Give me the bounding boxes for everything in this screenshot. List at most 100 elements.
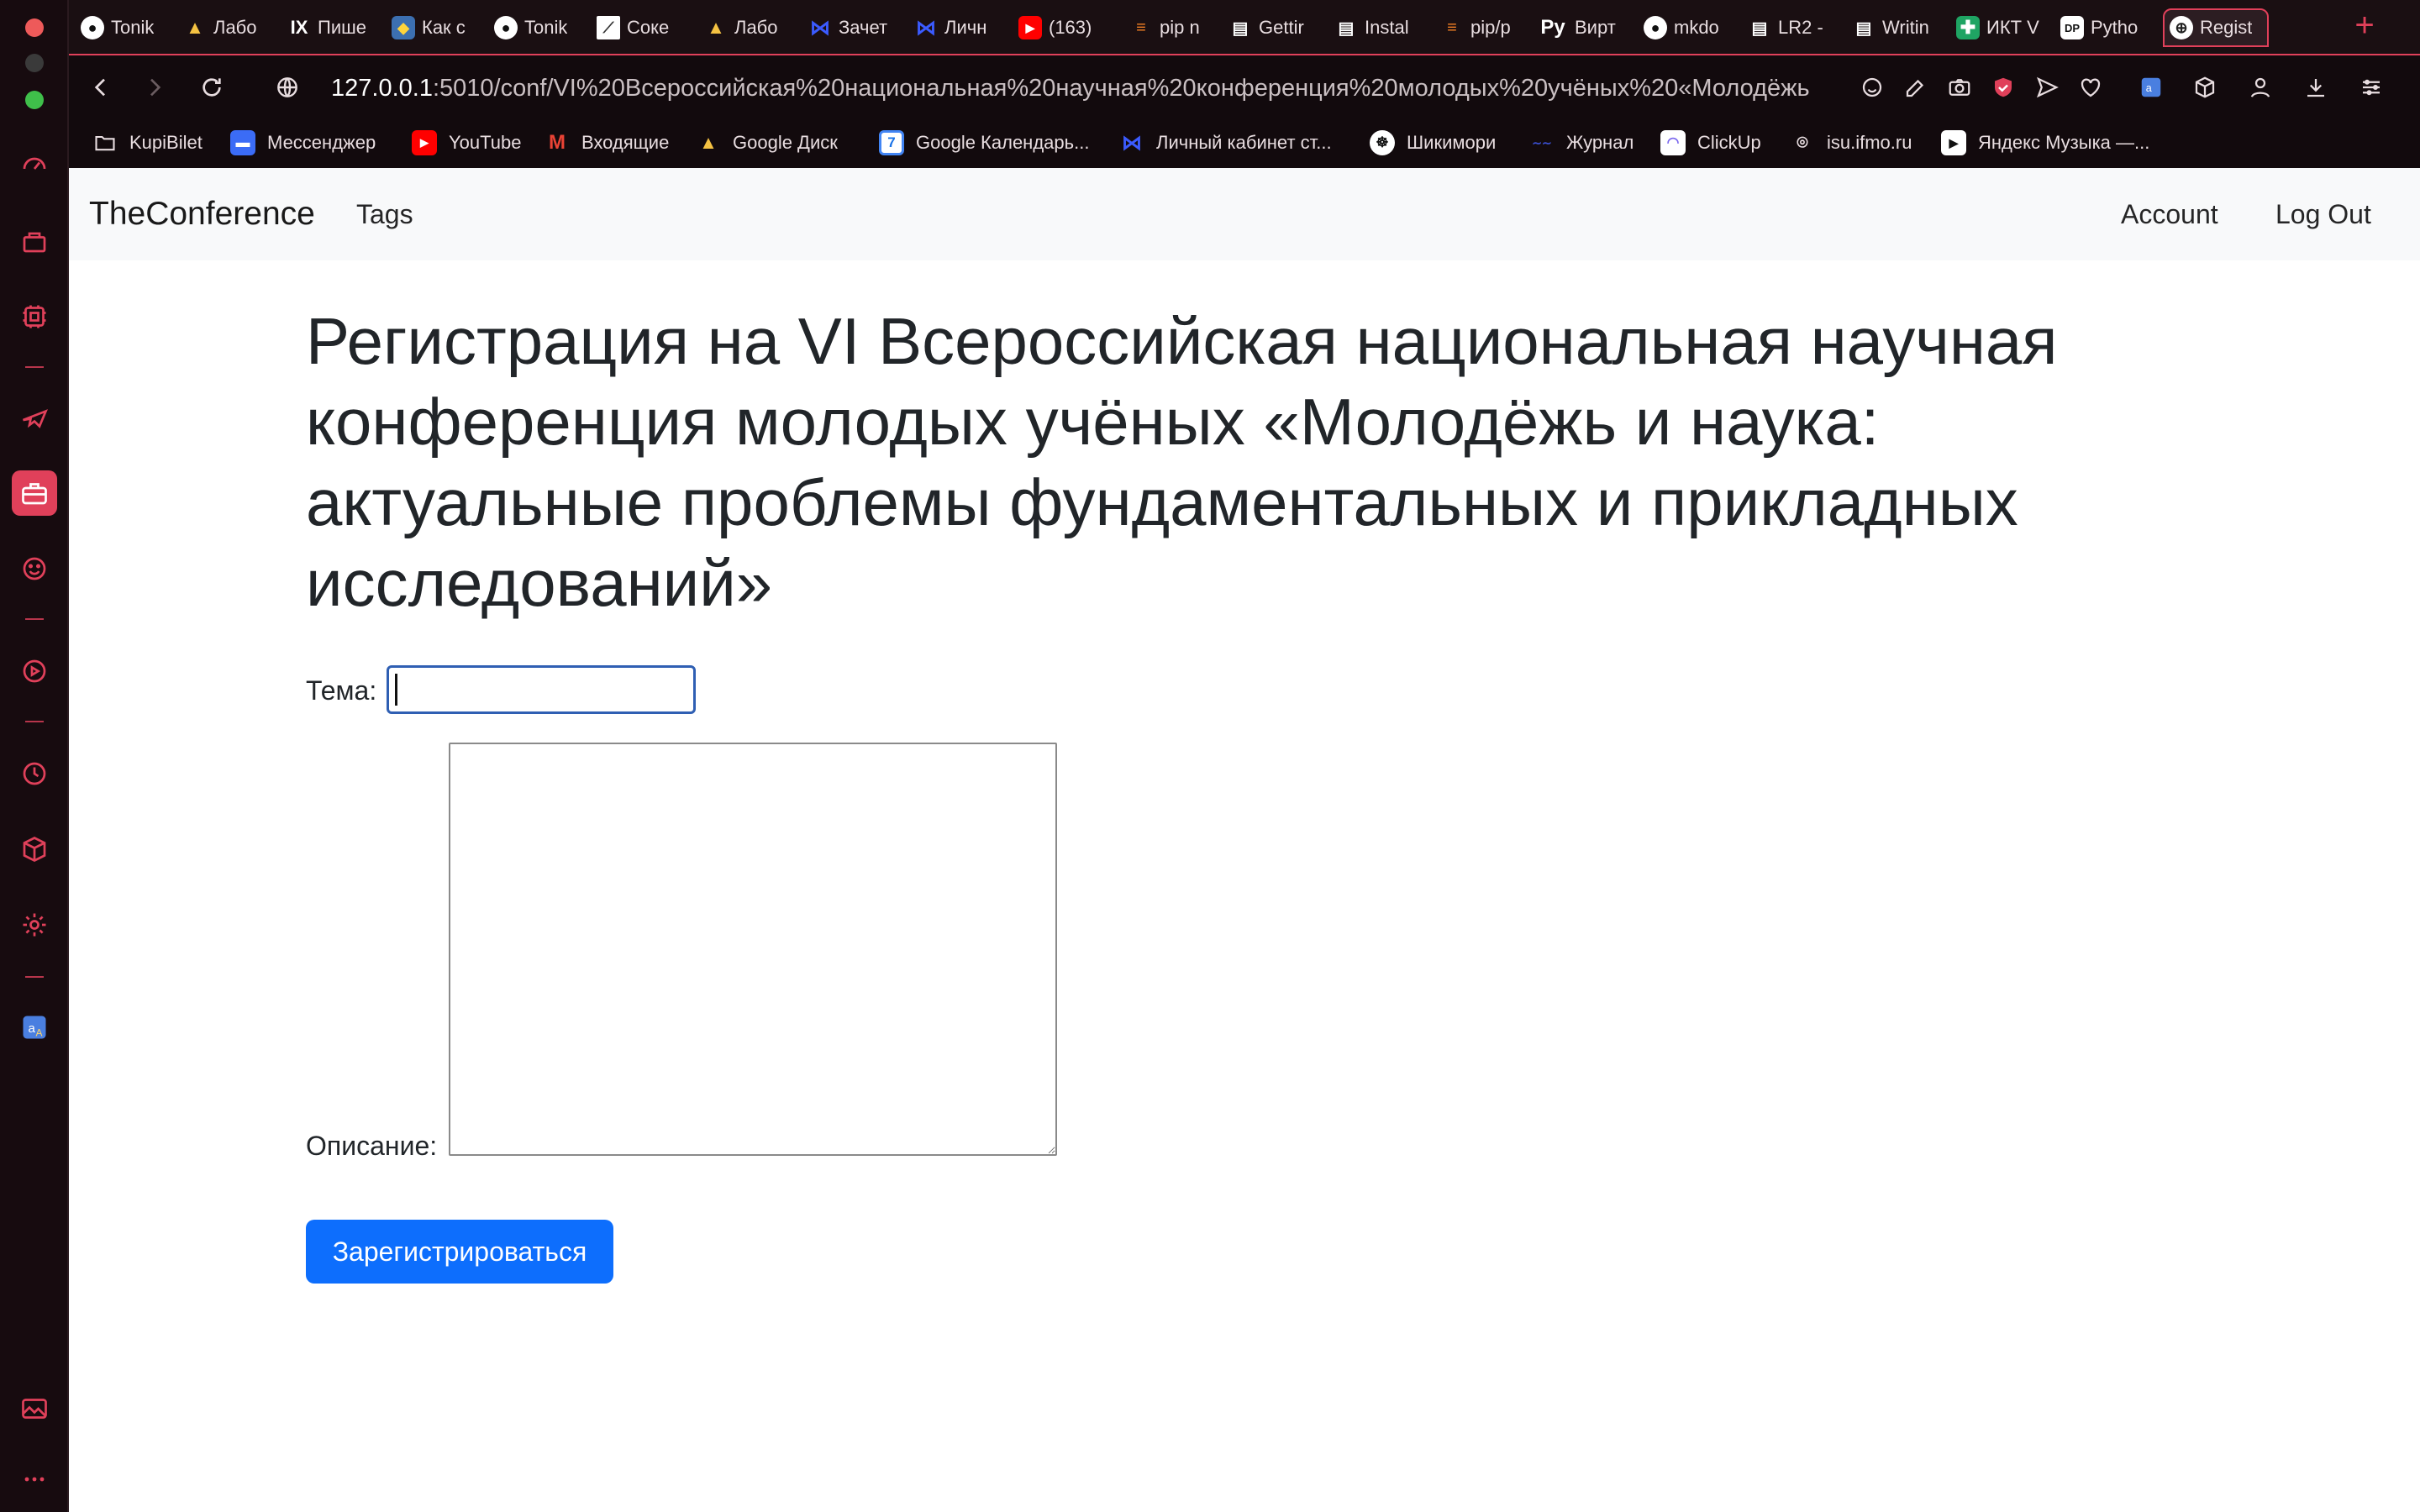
close-window-button[interactable] <box>25 18 44 37</box>
google-drive-icon: ▲ <box>186 17 204 38</box>
new-tab-button[interactable]: + <box>2346 8 2383 45</box>
shopping-icon[interactable] <box>17 223 52 259</box>
tab[interactable]: ▲ Лабо <box>178 8 286 47</box>
sidebar-separator <box>25 618 44 620</box>
brand-link[interactable]: TheConference <box>89 192 315 237</box>
camera-icon[interactable] <box>1944 72 1975 102</box>
tab-title: Лабо <box>734 17 778 38</box>
menu-icon[interactable] <box>2356 72 2386 102</box>
tab[interactable]: Py Вирт <box>1533 8 1640 47</box>
dp-icon: DP <box>2060 16 2084 39</box>
tab-title: Соке <box>627 17 670 38</box>
topic-input[interactable] <box>387 665 696 714</box>
bookmark[interactable]: 7 Google Календарь... <box>879 126 1089 160</box>
tab[interactable]: ▤ Gettir <box>1223 8 1331 47</box>
bookmark[interactable]: M Входящие <box>544 126 669 160</box>
tab[interactable]: ▶ (163) <box>1013 8 1124 47</box>
translate-icon[interactable]: aA <box>17 1010 52 1045</box>
emoji-icon[interactable] <box>1857 72 1887 102</box>
bookmark-label: KupiBilet <box>129 132 203 153</box>
tab[interactable]: ▤ Writin <box>1847 8 1951 47</box>
tab[interactable]: ⟋ Соке <box>592 8 696 47</box>
ix-icon: IX <box>290 17 308 38</box>
tab[interactable]: ≡ pip/p <box>1435 8 1538 47</box>
tab[interactable]: ✚ ИКТ V <box>1951 8 2055 47</box>
tab[interactable]: ▤ Instal <box>1329 8 1434 47</box>
chip-icon[interactable] <box>17 299 52 334</box>
tab-title: LR2 - <box>1778 17 1823 38</box>
tab-title: mkdo <box>1674 17 1719 38</box>
book-icon: ▤ <box>1751 18 1768 38</box>
tab[interactable]: ● Tonik <box>489 8 588 47</box>
speed-dial-icon[interactable] <box>17 146 52 181</box>
isu-icon: ⌾ <box>1797 132 1808 153</box>
site-navbar: TheConference Tags Account Log Out <box>69 168 2420 260</box>
url-field[interactable]: 127.0.0.1:5010/conf/VI%20Всероссийская%2… <box>331 71 1928 106</box>
travel-icon[interactable] <box>17 400 52 435</box>
tab-active[interactable]: ⊕ Regist <box>2163 8 2269 47</box>
tab[interactable]: DP Pytho <box>2055 8 2160 47</box>
edit-icon[interactable] <box>1901 72 1931 102</box>
tab[interactable]: ▤ LR2 - <box>1743 8 1844 47</box>
bookmark-label: Личный кабинет ст... <box>1156 132 1332 153</box>
minimize-window-button[interactable] <box>25 54 44 72</box>
profile-icon[interactable] <box>2245 72 2275 102</box>
tab[interactable]: ▲ Лабо <box>699 8 807 47</box>
shield-icon[interactable] <box>1988 72 2018 102</box>
more-icon[interactable] <box>17 1462 52 1497</box>
tab[interactable]: ⋈ Личн <box>909 8 1013 47</box>
heart-icon[interactable] <box>2075 72 2106 102</box>
tab-title: Личн <box>944 17 987 38</box>
nav-account-link[interactable]: Account <box>2121 193 2218 235</box>
bookmark-label: Яндекс Музыка —... <box>1978 132 2150 153</box>
page-title: Регистрация на VI Всероссийская национал… <box>306 304 2058 620</box>
player-icon[interactable] <box>17 654 52 689</box>
back-button[interactable] <box>84 71 118 104</box>
tab[interactable]: IX Пише <box>282 8 387 47</box>
bookmark[interactable]: ⋈ Личный кабинет ст... <box>1119 126 1332 160</box>
description-textarea[interactable] <box>449 743 1057 1156</box>
site-info-icon[interactable] <box>271 71 304 104</box>
settings-icon[interactable] <box>17 907 52 942</box>
register-button[interactable]: Зарегистрироваться <box>306 1220 613 1284</box>
tab-title: pip/p <box>1470 17 1511 38</box>
box-icon[interactable] <box>2190 72 2220 102</box>
nav-logout-link[interactable]: Log Out <box>2275 193 2371 235</box>
emoji-icon[interactable] <box>17 551 52 586</box>
bookmark[interactable]: ∼∼ Журнал <box>1529 126 1634 160</box>
description-label: Описание: <box>306 1131 438 1161</box>
forward-button[interactable] <box>138 71 171 104</box>
tab[interactable]: ● mkdo <box>1639 8 1741 47</box>
maximize-window-button[interactable] <box>25 91 44 109</box>
bookmark-label: isu.ifmo.ru <box>1827 132 1912 153</box>
bookmark[interactable]: ▬ Мессенджер <box>230 126 376 160</box>
github-icon: ● <box>494 16 518 39</box>
bookmark[interactable]: ☸ Шикимори <box>1370 126 1496 160</box>
tab[interactable]: ⋈ Зачет <box>803 8 908 47</box>
nav-tags-link[interactable]: Tags <box>356 193 413 235</box>
reload-button[interactable] <box>195 71 229 104</box>
bookmark[interactable]: ◠ ClickUp <box>1660 126 1761 160</box>
translate-icon[interactable]: a <box>2136 72 2166 102</box>
web-page: TheConference Tags Account Log Out Регис… <box>69 168 2420 1512</box>
bookmark[interactable]: KupiBilet <box>92 126 203 160</box>
tab[interactable]: ● Tonik <box>76 8 175 47</box>
tab-title: ИКТ V <box>1986 17 2039 38</box>
tab-title: Зачет <box>839 17 888 38</box>
extensions-icon[interactable] <box>17 832 52 867</box>
workspace-icon[interactable] <box>12 470 57 516</box>
tab[interactable]: ≡ pip n <box>1124 8 1223 47</box>
messenger-icon: ▬ <box>230 130 255 155</box>
bookmark[interactable]: ▲ Google Диск <box>696 126 838 160</box>
download-icon[interactable] <box>2301 72 2331 102</box>
bookmark[interactable]: ▶ YouTube <box>412 126 521 160</box>
send-icon[interactable] <box>2032 72 2062 102</box>
bookmark[interactable]: ⌾ isu.ifmo.ru <box>1790 126 1912 160</box>
tab[interactable]: ◆ Как с <box>387 8 486 47</box>
history-icon[interactable] <box>17 756 52 791</box>
gallery-icon[interactable] <box>17 1391 52 1426</box>
bookmark-label: Google Диск <box>733 132 838 153</box>
bookmark[interactable]: ▶ Яндекс Музыка —... <box>1941 126 2149 160</box>
bookmark-label: Входящие <box>581 132 670 153</box>
tab-title: Как с <box>422 17 466 38</box>
